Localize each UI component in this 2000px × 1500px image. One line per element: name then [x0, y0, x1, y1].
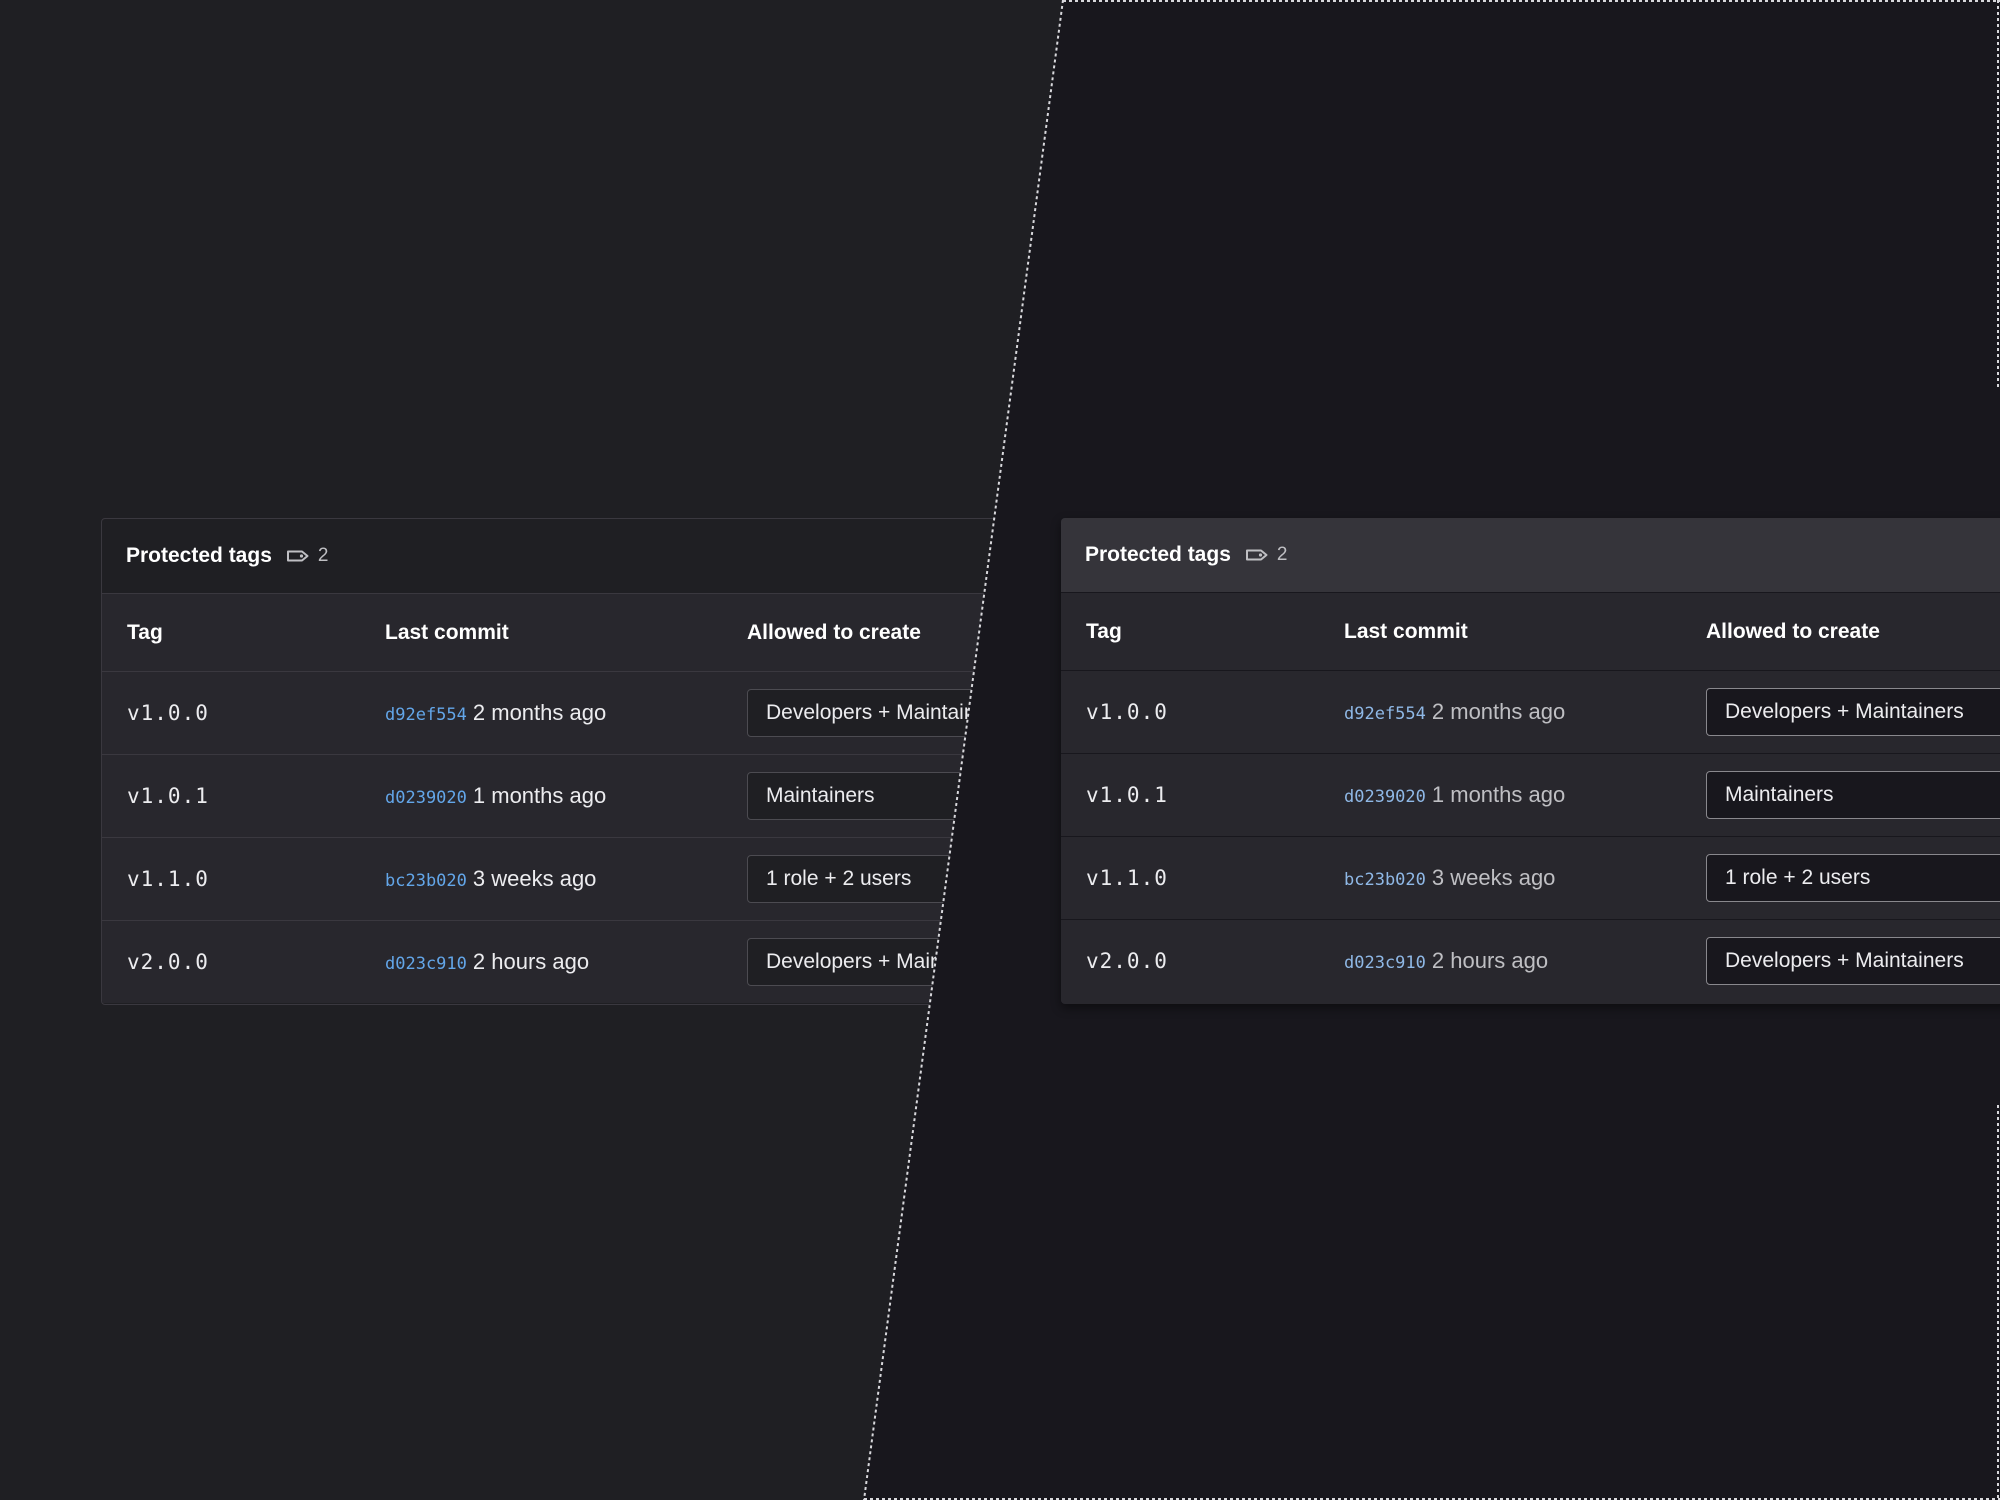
commit-time: 3 weeks ago	[472, 866, 597, 891]
tag-name: v1.1.0	[127, 867, 209, 891]
commit-time: 2 months ago	[1431, 699, 1566, 724]
tag-icon	[1245, 548, 1269, 562]
commit-time: 2 hours ago	[1431, 948, 1549, 973]
column-header-last-commit: Last commit	[1344, 619, 1468, 643]
tag-count: 2	[317, 545, 329, 566]
card-header: Protected tags 2	[1061, 518, 2000, 593]
tag-name: v1.0.0	[1086, 700, 1168, 724]
table-row: v1.0.0 d92ef554 2 months ago Developers +…	[1061, 671, 2000, 754]
commit-time: 1 months ago	[1431, 782, 1566, 807]
tag-name: v1.0.0	[127, 701, 209, 725]
table-row: v1.0.0 d92ef554 2 months ago Developers +…	[102, 672, 1063, 755]
table-header: Tag Last commit Allowed to create	[1061, 593, 2000, 671]
commit-sha-link[interactable]: d92ef554	[1344, 704, 1426, 724]
column-header-tag: Tag	[127, 620, 163, 644]
tag-name: v2.0.0	[127, 950, 209, 974]
table-row: v1.1.0 bc23b020 3 weeks ago 1 role + 2 us…	[1061, 837, 2000, 920]
allowed-to-create-dropdown[interactable]: Maintainers	[1706, 771, 2000, 819]
table-row: v1.1.0 bc23b020 3 weeks ago 1 role + 2 us…	[102, 838, 1063, 921]
commit-sha-link[interactable]: d023c910	[1344, 953, 1426, 973]
allowed-to-create-dropdown[interactable]: Developers + Maintainers	[1706, 688, 2000, 736]
column-header-last-commit: Last commit	[385, 620, 509, 644]
allowed-to-create-dropdown[interactable]: 1 role + 2 users	[1706, 854, 2000, 902]
tag-icon	[286, 549, 310, 563]
column-header-tag: Tag	[1086, 619, 1122, 643]
allowed-to-create-dropdown[interactable]: Developers + Maintainers	[1706, 937, 2000, 985]
table-row: v1.0.1 d0239020 1 months ago Maintainers	[1061, 754, 2000, 837]
tag-count: 2	[1276, 544, 1288, 565]
commit-sha-link[interactable]: d92ef554	[385, 705, 467, 725]
table-row: v1.0.1 d0239020 1 months ago Maintainers	[102, 755, 1063, 838]
tag-name: v2.0.0	[1086, 949, 1168, 973]
protected-tags-card: Protected tags 2 Tag Last commit Allowed…	[1061, 518, 2000, 1004]
card-title: Protected tags	[1085, 543, 1231, 566]
tag-name: v1.0.1	[1086, 783, 1168, 807]
commit-time: 3 weeks ago	[1431, 865, 1556, 890]
commit-sha-link[interactable]: bc23b020	[385, 871, 467, 891]
protected-tags-card: Protected tags 2 Tag Last commit Allowed…	[101, 518, 1063, 1005]
card-header: Protected tags 2	[102, 519, 1063, 594]
commit-sha-link[interactable]: bc23b020	[1344, 870, 1426, 890]
column-header-allowed-to-create: Allowed to create	[1706, 619, 1880, 643]
table-row: v2.0.0 d023c910 2 hours ago Developers + …	[1061, 920, 2000, 1002]
commit-time: 1 months ago	[472, 783, 607, 808]
tag-name: v1.0.1	[127, 784, 209, 808]
commit-sha-link[interactable]: d023c910	[385, 954, 467, 974]
table-header: Tag Last commit Allowed to create	[102, 594, 1063, 672]
commit-time: 2 months ago	[472, 700, 607, 725]
commit-sha-link[interactable]: d0239020	[1344, 787, 1426, 807]
commit-sha-link[interactable]: d0239020	[385, 788, 467, 808]
card-title: Protected tags	[126, 544, 272, 567]
tag-name: v1.1.0	[1086, 866, 1168, 890]
commit-time: 2 hours ago	[472, 949, 590, 974]
